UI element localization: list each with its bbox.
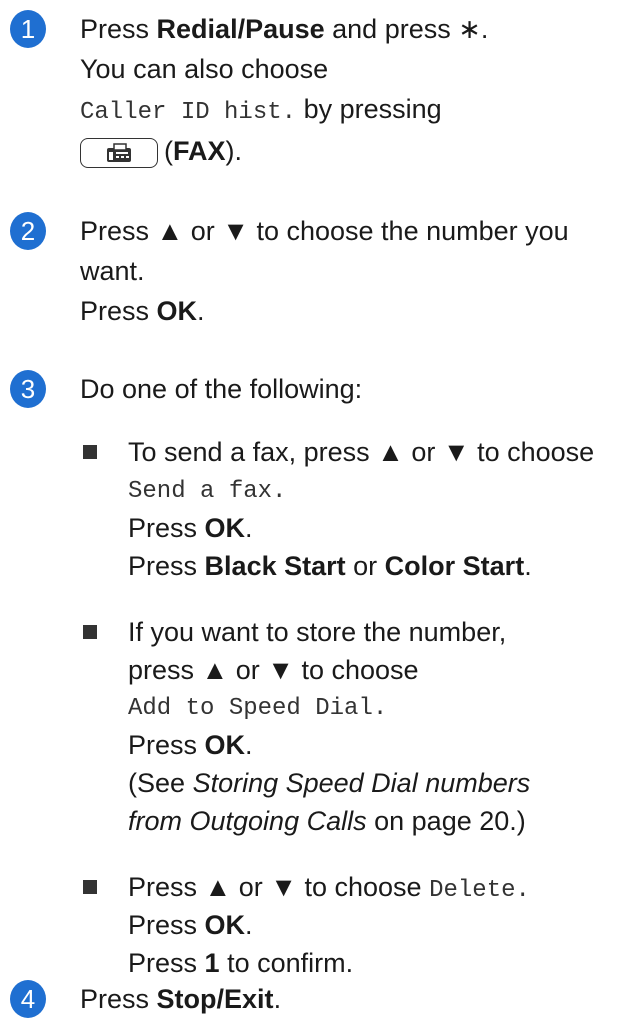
step-1-line-4: (FAX). <box>80 132 242 170</box>
option-1-line-3: Press OK. <box>128 513 253 543</box>
step-1-line-3: Caller ID hist. by pressing <box>80 94 442 126</box>
option-2-line-6: from Outgoing Calls on page 20.) <box>128 806 526 836</box>
option-3-line-1: Press ▲ or ▼ to choose Delete. <box>128 872 530 904</box>
option-2-choice: Add to Speed Dial. <box>128 695 388 722</box>
option-2-line-1: If you want to store the number, <box>128 617 507 647</box>
step-1-line-2: You can also choose <box>80 54 329 84</box>
fax-icon <box>107 143 131 162</box>
option-1-line-1: To send a fax, press ▲ or ▼ to choose <box>128 437 595 467</box>
step-number-3: 3 <box>10 370 46 408</box>
option-3-line-3: Press 1 to confirm. <box>128 948 354 978</box>
square-bullet <box>83 445 97 459</box>
step-1-line-1: Press Redial/Pause and press ∗. <box>80 14 489 44</box>
option-1-choice: Send a fax. <box>128 478 287 505</box>
option-2-line-2: press ▲ or ▼ to choose <box>128 655 419 685</box>
step-2-line-1: Press ▲ or ▼ to choose the number you <box>80 216 569 246</box>
option-1-line-4: Press Black Start or Color Start. <box>128 551 532 581</box>
step-2-line-3: Press OK. <box>80 296 205 326</box>
step-3-intro: Do one of the following: <box>80 374 363 404</box>
square-bullet <box>83 625 97 639</box>
square-bullet <box>83 880 97 894</box>
step-4-line-1: Press Stop/Exit. <box>80 984 282 1014</box>
fax-button[interactable] <box>80 137 158 168</box>
step-number-2: 2 <box>10 212 46 250</box>
step-2-line-2: want. <box>80 256 145 286</box>
step-number-4: 4 <box>10 980 46 1018</box>
option-2-line-5: (See Storing Speed Dial numbers <box>128 768 531 798</box>
option-3-line-2: Press OK. <box>128 910 253 940</box>
step-number-1: 1 <box>10 10 46 48</box>
option-2-line-4: Press OK. <box>128 730 253 760</box>
